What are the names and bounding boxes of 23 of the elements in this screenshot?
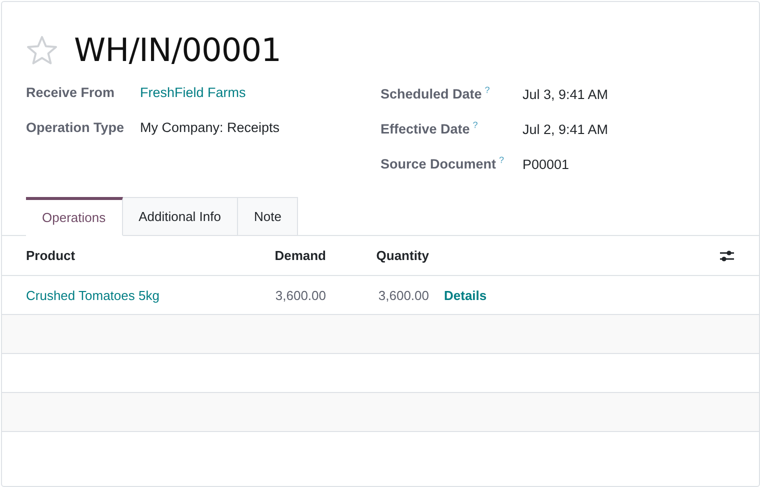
field-label: Effective Date <box>380 122 470 136</box>
table-cell-text: 3,600.00 <box>274 288 326 302</box>
details-link[interactable]: Details <box>444 288 487 302</box>
field-link[interactable]: FreshField Farms <box>140 85 246 100</box>
field-label: Source Document <box>380 156 496 172</box>
column-header[interactable]: Product <box>26 248 256 263</box>
field-label: Receive From <box>26 85 115 100</box>
settings-icon[interactable] <box>719 248 735 262</box>
field-value: P00001 <box>522 156 570 172</box>
tab[interactable]: Additional Info <box>122 197 238 236</box>
field-value: Jul 3, 9:41 AM <box>522 86 608 102</box>
field-value: My Company: Receipts <box>140 120 280 135</box>
record-title: WH/IN/00001 <box>74 31 281 69</box>
column-header[interactable]: Demand <box>256 248 326 263</box>
tab[interactable]: Note <box>238 197 298 236</box>
field-value: Jul 2, 9:41 AM <box>522 122 608 136</box>
product-link[interactable]: Crushed Tomatoes 5kg <box>26 288 256 302</box>
field-label: Scheduled Date <box>380 86 482 102</box>
star-icon[interactable] <box>26 35 58 65</box>
tab[interactable]: Operations <box>26 197 123 236</box>
field-label: Operation Type <box>26 120 124 135</box>
column-header[interactable]: Quantity <box>326 248 429 263</box>
table-cell-text: 3,600.00 <box>377 288 429 302</box>
